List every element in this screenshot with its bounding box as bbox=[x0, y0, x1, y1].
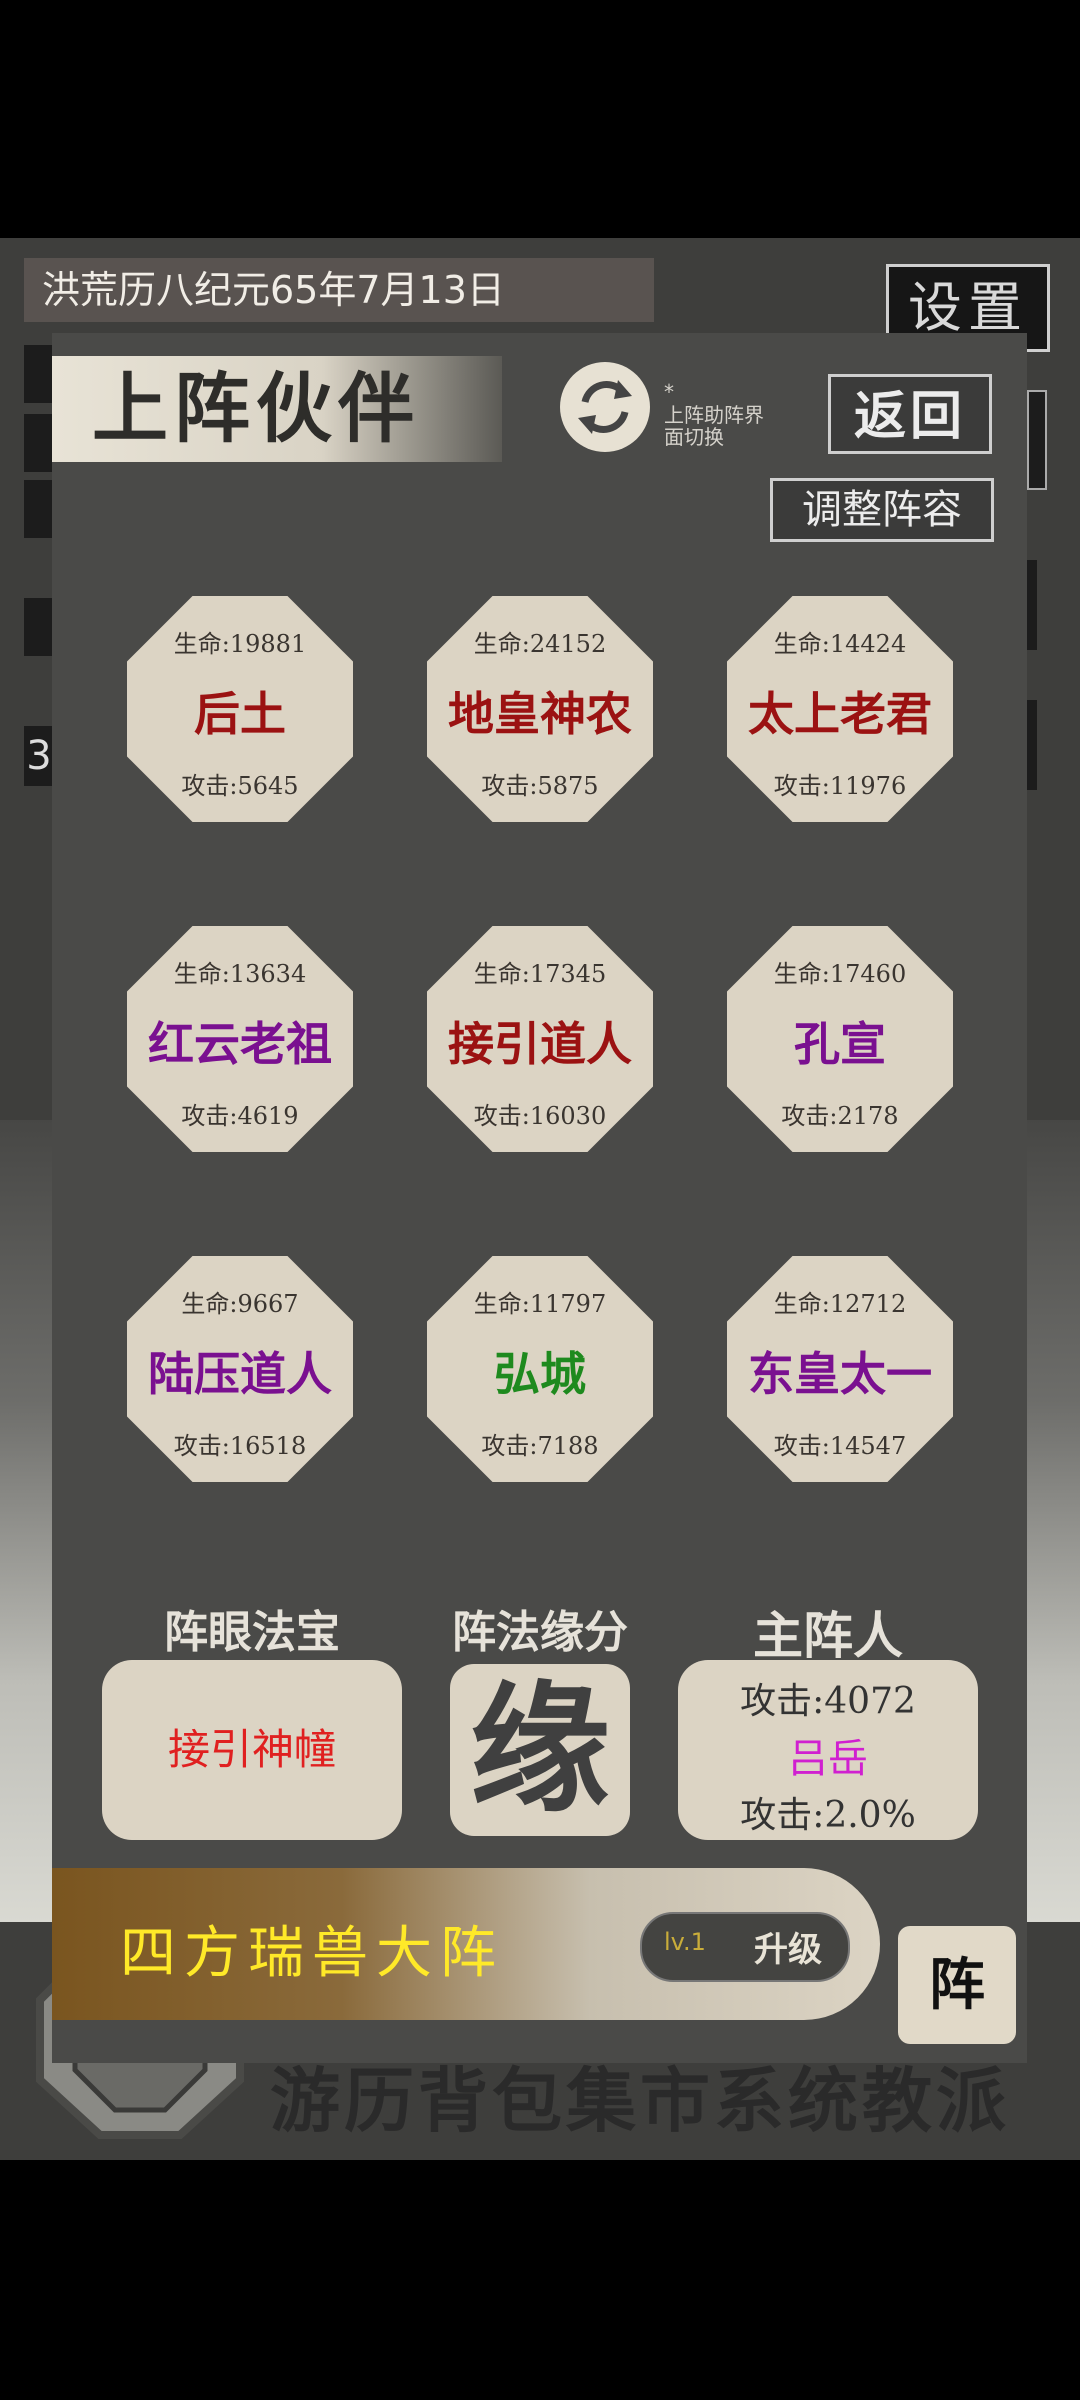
partner-name: 后土 bbox=[194, 687, 286, 741]
partner-name: 孔宣 bbox=[794, 1017, 886, 1071]
leader-attack: 攻击:4072 bbox=[740, 1681, 916, 1722]
background-button-edge bbox=[1027, 390, 1047, 490]
treasure-label: 阵眼法宝 bbox=[164, 1607, 340, 1658]
partner-card[interactable]: 生命:19881 后土 攻击:5645 bbox=[127, 596, 353, 822]
return-button[interactable]: 返回 bbox=[828, 374, 992, 454]
partner-card[interactable]: 生命:17460 孔宣 攻击:2178 bbox=[727, 926, 953, 1152]
partner-hp: 生命:14424 bbox=[773, 630, 907, 658]
leader-bonus: 攻击:2.0% bbox=[740, 1795, 916, 1836]
partner-card[interactable]: 生命:11797 弘城 攻击:7188 bbox=[427, 1256, 653, 1482]
partner-name: 太上老君 bbox=[748, 687, 932, 741]
refresh-arrows-icon bbox=[578, 380, 632, 434]
note-asterisk: * bbox=[664, 380, 674, 404]
date-bar: 洪荒历八纪元65年7月13日 bbox=[24, 258, 654, 322]
formation-button[interactable]: 阵 bbox=[898, 1926, 1016, 2044]
partner-name: 红云老祖 bbox=[148, 1017, 332, 1071]
background-strip bbox=[1027, 560, 1037, 650]
background-strip bbox=[24, 414, 54, 472]
partner-name: 弘城 bbox=[494, 1347, 586, 1401]
treasure-card[interactable]: 接引神幢 bbox=[102, 1660, 402, 1840]
bottom-navigation[interactable]: 游历背包集市系统教派 bbox=[270, 2056, 1060, 2146]
partner-hp: 生命:24152 bbox=[473, 630, 607, 658]
partner-name: 接引道人 bbox=[448, 1017, 632, 1071]
partner-card[interactable]: 生命:24152 地皇神农 攻击:5875 bbox=[427, 596, 653, 822]
partner-card[interactable]: 生命:13634 红云老祖 攻击:4619 bbox=[127, 926, 353, 1152]
background-strip bbox=[24, 345, 54, 403]
partner-name: 地皇神农 bbox=[448, 687, 632, 741]
background-strip bbox=[24, 480, 54, 538]
partner-card[interactable]: 生命:9667 陆压道人 攻击:16518 bbox=[127, 1256, 353, 1482]
partner-hp: 生命:17345 bbox=[473, 960, 607, 988]
background-strip bbox=[1027, 700, 1037, 790]
partner-hp: 生命:9667 bbox=[181, 1290, 299, 1318]
partner-name: 陆压道人 bbox=[148, 1347, 332, 1401]
leader-name: 吕岳 bbox=[788, 1736, 868, 1782]
partner-hp: 生命:12712 bbox=[773, 1290, 907, 1318]
background-strip bbox=[24, 598, 54, 656]
partner-card[interactable]: 生命:17345 接引道人 攻击:16030 bbox=[427, 926, 653, 1152]
partner-name: 东皇太一 bbox=[748, 1347, 932, 1401]
fate-button[interactable]: 缘 bbox=[450, 1664, 630, 1836]
background-number: 3 bbox=[24, 726, 54, 786]
formation-level: lv.1 bbox=[664, 1928, 706, 1956]
leader-label: 主阵人 bbox=[753, 1607, 903, 1665]
partner-hp: 生命:19881 bbox=[173, 630, 307, 658]
fate-label: 阵法缘分 bbox=[452, 1607, 628, 1658]
modal-title: 上阵伙伴 bbox=[52, 356, 502, 462]
partner-card[interactable]: 生命:14424 太上老君 攻击:11976 bbox=[727, 596, 953, 822]
adjust-lineup-button[interactable]: 调整阵容 bbox=[770, 478, 994, 542]
partner-card[interactable]: 生命:12712 东皇太一 攻击:14547 bbox=[727, 1256, 953, 1482]
partner-hp: 生命:11797 bbox=[473, 1290, 607, 1318]
partner-hp: 生命:17460 bbox=[773, 960, 907, 988]
swap-note-text: 上阵助阵界面切换 bbox=[664, 403, 764, 449]
upgrade-label: 升级 bbox=[754, 1930, 822, 1970]
swap-view-button[interactable] bbox=[560, 362, 650, 452]
partner-hp: 生命:13634 bbox=[173, 960, 307, 988]
formation-name: 四方瑞兽大阵 bbox=[120, 1921, 504, 1986]
